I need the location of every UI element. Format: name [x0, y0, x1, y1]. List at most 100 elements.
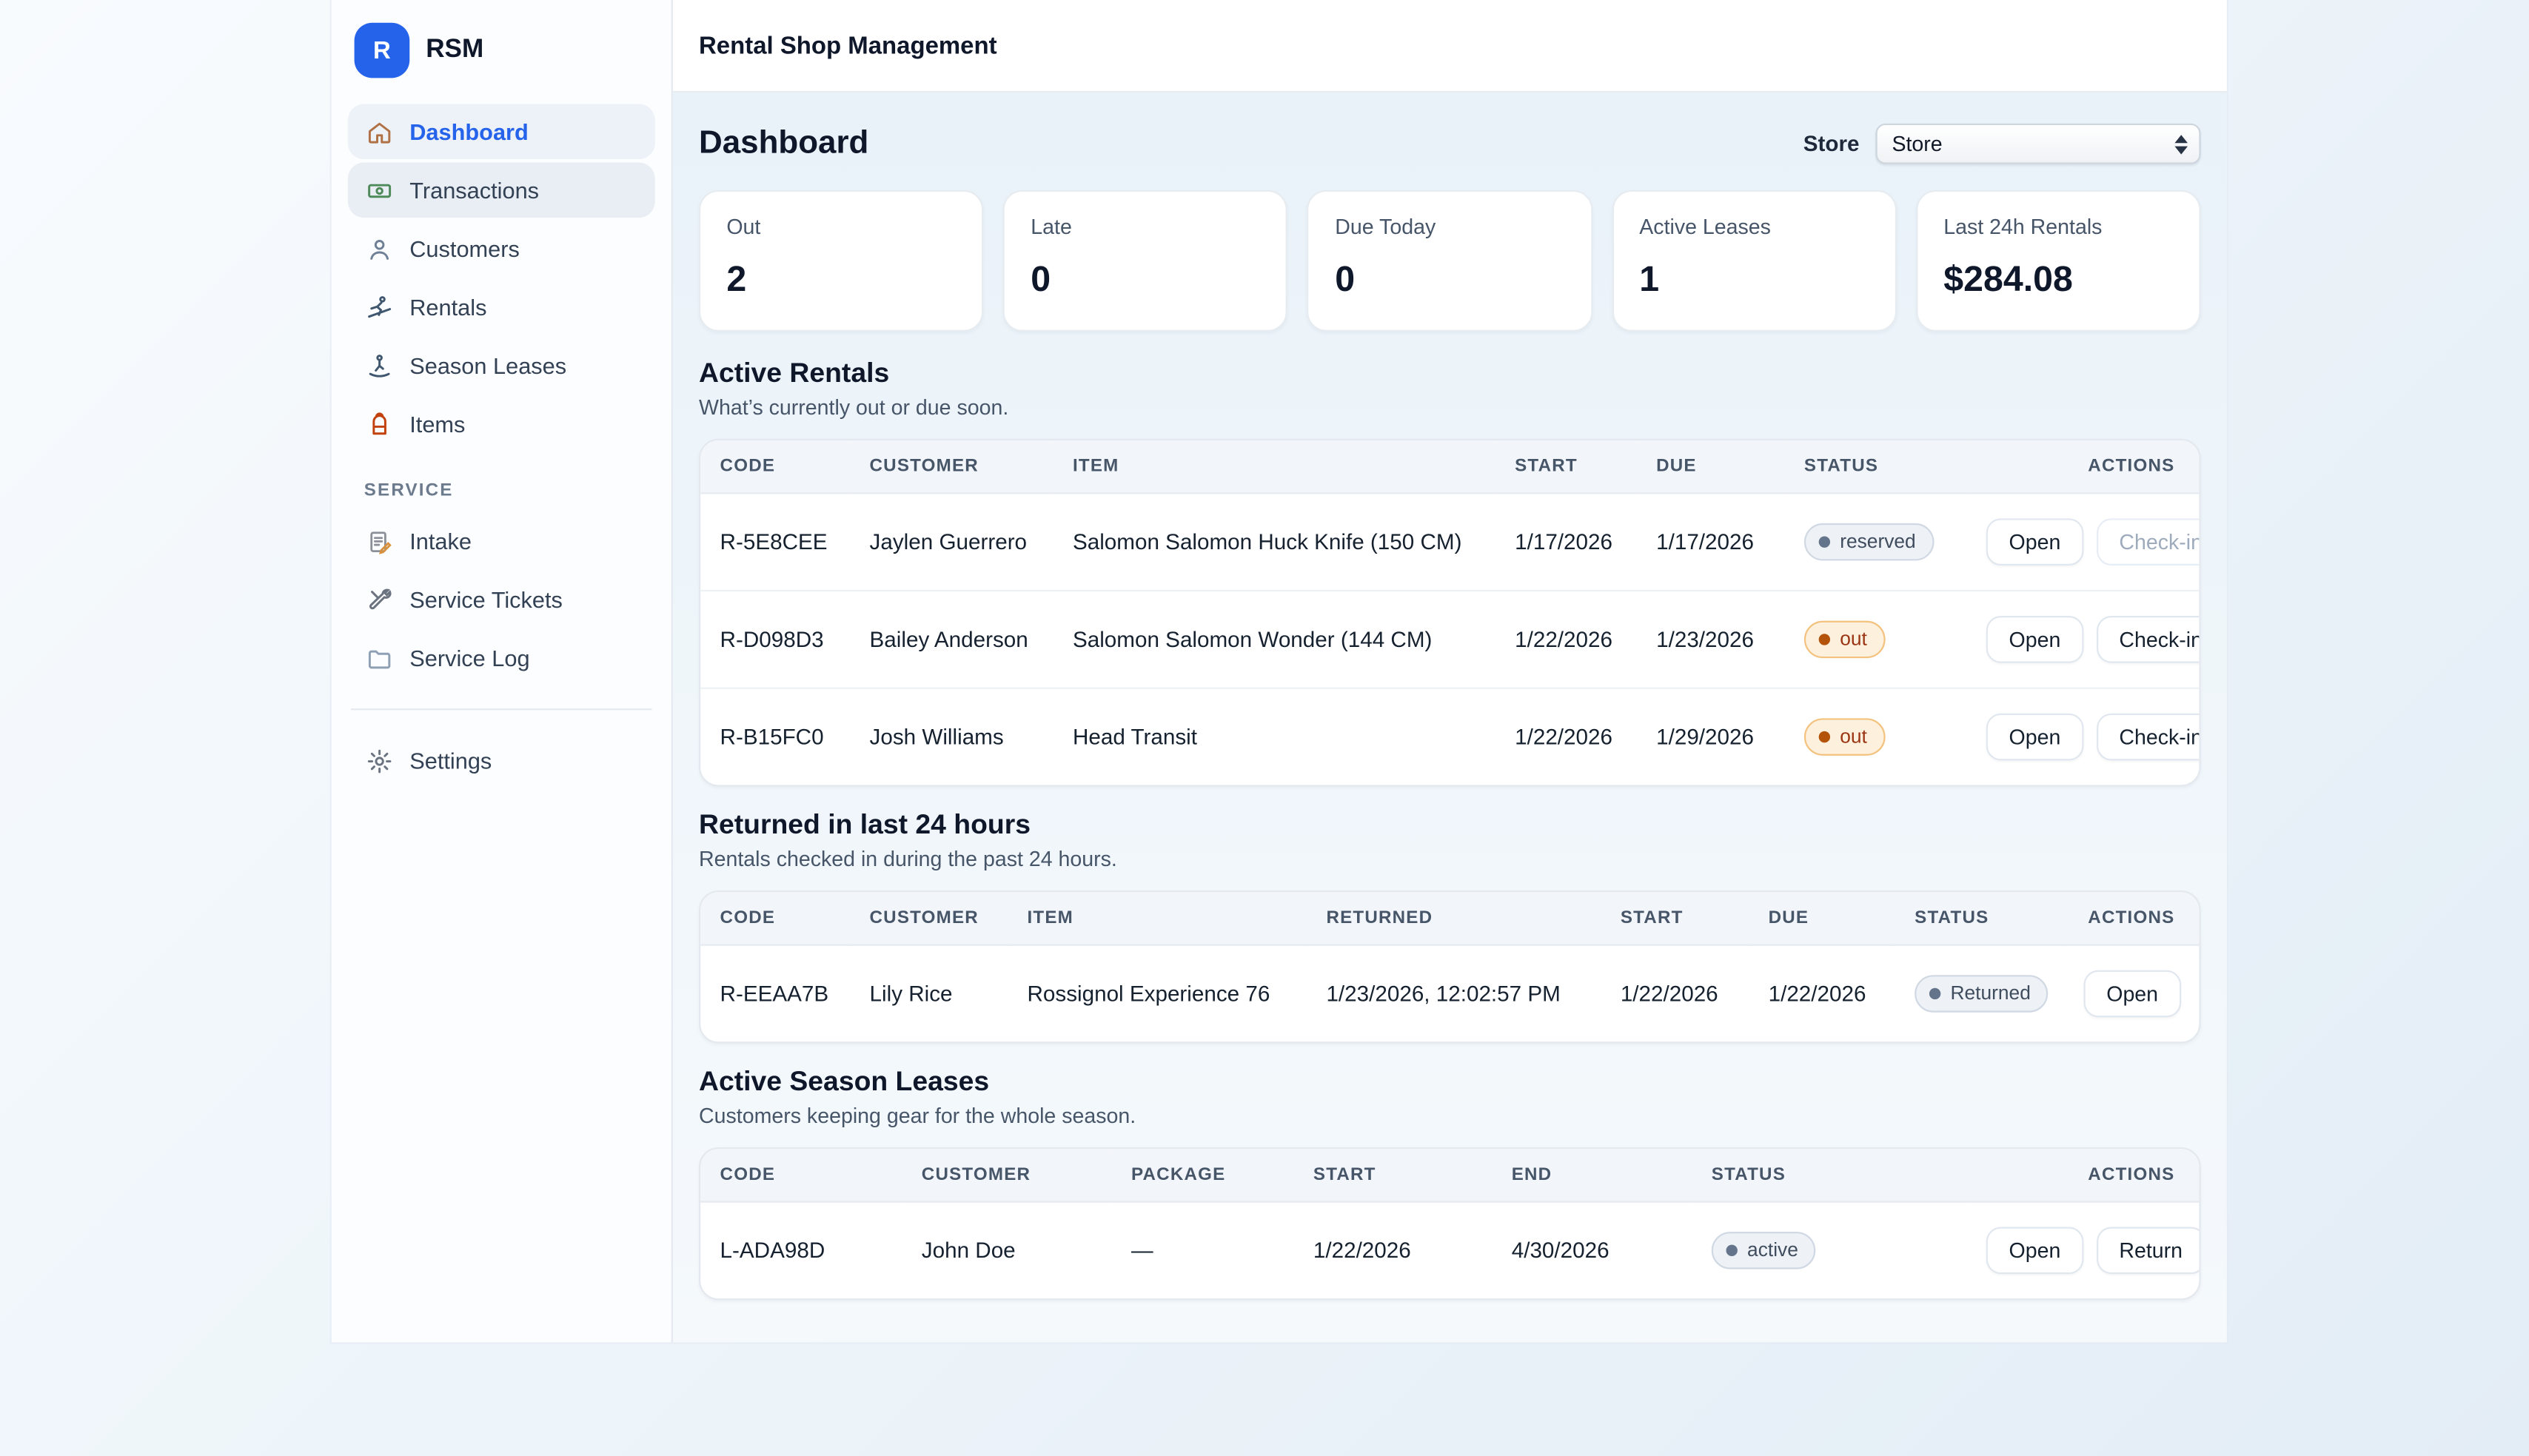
cell-actions: Open Check-in — [1966, 688, 2199, 785]
stat-card-due-today: Due Today 0 — [1307, 190, 1592, 332]
column-header: STATUS — [1692, 1149, 1966, 1201]
stat-label: Late — [1031, 215, 1260, 239]
cell-item: Salomon Salomon Wonder (144 CM) — [1054, 591, 1495, 688]
active-rentals-title: Active Rentals — [699, 358, 2201, 390]
returned-title: Returned in last 24 hours — [699, 809, 2201, 842]
stat-value: $284.08 — [1943, 258, 2173, 301]
sidebar-item-label: Dashboard — [409, 118, 529, 144]
sidebar-item-settings[interactable]: Settings — [348, 733, 655, 788]
cell-code: R-B15FC0 — [700, 688, 850, 785]
sidebar-item-label: Rentals — [409, 294, 486, 320]
column-header: STATUS — [1785, 440, 1967, 493]
store-label: Store — [1803, 132, 1860, 156]
sidebar-item-label: Customers — [409, 235, 520, 261]
cell-status: reserved — [1785, 493, 1967, 591]
sidebar-item-transactions[interactable]: Transactions — [348, 163, 655, 218]
status-badge: out — [1804, 718, 1885, 756]
cell-start: 1/17/2026 — [1495, 493, 1637, 591]
season-leases-table: CODE CUSTOMER PACKAGE START END STATUS A… — [699, 1147, 2201, 1300]
season-leases-title: Active Season Leases — [699, 1066, 2201, 1098]
main-column: Rental Shop Management Dashboard Store S… — [673, 0, 2227, 1342]
cell-code: R-D098D3 — [700, 591, 850, 688]
column-header: CUSTOMER — [850, 440, 1053, 493]
status-badge: reserved — [1804, 523, 1934, 561]
sidebar-item-label: Intake — [409, 529, 472, 554]
open-button[interactable]: Open — [1986, 518, 2083, 566]
table-header-row: CODE CUSTOMER ITEM START DUE STATUS ACTI… — [700, 440, 2199, 493]
app-shell: R RSM Dashboard Transactions — [332, 0, 2227, 1342]
memo-icon — [364, 526, 394, 556]
store-select[interactable]: Store — [1875, 124, 2200, 164]
sidebar-item-label: Items — [409, 411, 465, 437]
brand-name: RSM — [426, 36, 483, 65]
open-button[interactable]: Open — [1986, 1227, 2083, 1275]
user-icon — [364, 234, 394, 264]
cell-customer: Bailey Anderson — [850, 591, 1053, 688]
returned-subtitle: Rentals checked in during the past 24 ho… — [699, 847, 2201, 871]
open-button[interactable]: Open — [2084, 970, 2181, 1018]
sidebar-item-customers[interactable]: Customers — [348, 221, 655, 277]
stat-cards: Out 2 Late 0 Due Today 0 Active Leases 1 — [699, 190, 2201, 332]
stat-label: Last 24h Rentals — [1943, 215, 2173, 239]
status-dot-icon — [1819, 634, 1830, 645]
cell-due: 1/22/2026 — [1749, 945, 1895, 1042]
brand-logo-letter: R — [373, 36, 391, 64]
stat-label: Due Today — [1335, 215, 1564, 239]
column-header: CUSTOMER — [902, 1149, 1111, 1201]
cell-customer: Jaylen Guerrero — [850, 493, 1053, 591]
sidebar: R RSM Dashboard Transactions — [332, 0, 673, 1342]
sidebar-item-rentals[interactable]: Rentals — [348, 280, 655, 335]
check-in-button[interactable]: Check-in — [2097, 714, 2200, 761]
sidebar-item-intake[interactable]: Intake — [348, 514, 655, 569]
column-header: DUE — [1749, 892, 1895, 945]
stat-card-late: Late 0 — [1003, 190, 1288, 332]
cell-code: L-ADA98D — [700, 1201, 902, 1298]
cell-code: R-EEAA7B — [700, 945, 850, 1042]
snowboarder-icon — [364, 351, 394, 380]
status-dot-icon — [1819, 536, 1830, 547]
return-button[interactable]: Return — [2097, 1227, 2200, 1275]
table-header-row: CODE CUSTOMER PACKAGE START END STATUS A… — [700, 1149, 2199, 1201]
cell-status: Returned — [1895, 945, 2064, 1042]
cell-customer: Josh Williams — [850, 688, 1053, 785]
sidebar-item-label: Season Leases — [409, 352, 566, 378]
column-header: ITEM — [1054, 440, 1495, 493]
tools-icon — [364, 585, 394, 614]
column-header: END — [1492, 1149, 1692, 1201]
stat-value: 1 — [1639, 258, 1869, 301]
active-rentals-subtitle: What’s currently out or due soon. — [699, 395, 2201, 419]
sidebar-item-service-log[interactable]: Service Log — [348, 631, 655, 686]
column-header: CUSTOMER — [850, 892, 1008, 945]
banknote-icon — [364, 175, 394, 205]
app-title: Rental Shop Management — [699, 32, 997, 59]
cell-item: Rossignol Experience 76 — [1008, 945, 1307, 1042]
cell-actions: Open Return — [1966, 1201, 2199, 1298]
stat-value: 2 — [726, 258, 956, 301]
sidebar-item-service-tickets[interactable]: Service Tickets — [348, 572, 655, 628]
open-button[interactable]: Open — [1986, 616, 2083, 663]
folder-icon — [364, 643, 394, 673]
cell-due: 1/29/2026 — [1637, 688, 1785, 785]
page-title: Dashboard — [699, 125, 868, 162]
stat-card-active-leases: Active Leases 1 — [1612, 190, 1897, 332]
cell-code: R-5E8CEE — [700, 493, 850, 591]
sidebar-item-dashboard[interactable]: Dashboard — [348, 104, 655, 160]
stat-card-last-24h-rentals: Last 24h Rentals $284.08 — [1916, 190, 2201, 332]
column-header: RETURNED — [1307, 892, 1601, 945]
column-header: START — [1495, 440, 1637, 493]
sidebar-item-label: Service Log — [409, 645, 529, 671]
gear-icon — [364, 746, 394, 776]
returned-table: CODE CUSTOMER ITEM RETURNED START DUE ST… — [699, 890, 2201, 1043]
column-header: START — [1601, 892, 1749, 945]
column-header: CODE — [700, 440, 850, 493]
column-header: ACTIONS — [1966, 440, 2199, 493]
open-button[interactable]: Open — [1986, 714, 2083, 761]
cell-start: 1/22/2026 — [1601, 945, 1749, 1042]
table-row: R-B15FC0 Josh Williams Head Transit 1/22… — [700, 688, 2199, 785]
check-in-button[interactable]: Check-in — [2097, 518, 2200, 566]
sidebar-item-items[interactable]: Items — [348, 397, 655, 452]
check-in-button[interactable]: Check-in — [2097, 616, 2200, 663]
sidebar-item-season-leases[interactable]: Season Leases — [348, 338, 655, 394]
stat-label: Active Leases — [1639, 215, 1869, 239]
status-dot-icon — [1726, 1245, 1738, 1256]
